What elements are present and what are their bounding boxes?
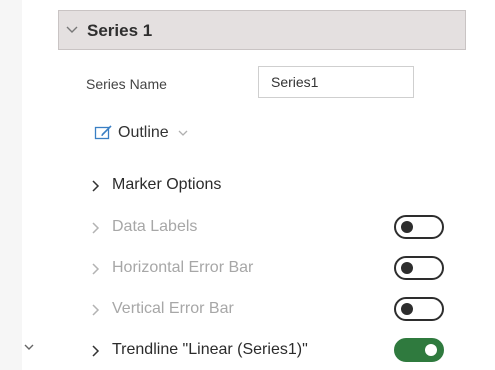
outline-button[interactable]: Outline	[94, 122, 189, 144]
toggle-knob	[425, 344, 437, 356]
vertical-error-bar-toggle[interactable]	[394, 297, 444, 321]
chevron-down-icon	[66, 26, 78, 33]
outline-label: Outline	[118, 124, 169, 141]
chevron-right-icon	[92, 180, 100, 192]
chevron-down-icon	[178, 130, 188, 136]
toggle-knob	[401, 221, 413, 233]
toggle-knob	[401, 303, 413, 315]
option-label: Trendline "Linear (Series1)"	[112, 341, 308, 358]
toggle-knob	[401, 262, 413, 274]
section-title: Series 1	[87, 21, 153, 40]
chevron-right-icon	[92, 304, 100, 316]
series-section-header[interactable]: Series 1	[58, 10, 466, 50]
horizontal-error-bar-toggle[interactable]	[394, 256, 444, 280]
option-row-horizontal-error-bar[interactable]: Horizontal Error Bar	[84, 254, 450, 284]
option-label: Vertical Error Bar	[112, 300, 234, 317]
data-labels-toggle[interactable]	[394, 215, 444, 239]
option-row-trendline[interactable]: Trendline "Linear (Series1)"	[84, 336, 450, 366]
trendline-toggle[interactable]	[394, 338, 444, 362]
option-row-data-labels[interactable]: Data Labels	[84, 213, 450, 243]
series-name-label: Series Name	[86, 76, 167, 92]
series-name-input[interactable]	[258, 66, 414, 98]
option-label: Horizontal Error Bar	[112, 259, 254, 276]
option-label: Data Labels	[112, 218, 198, 235]
gutter-chevron-down-icon[interactable]	[24, 342, 34, 352]
pen-outline-icon	[94, 125, 112, 140]
option-row-marker-options[interactable]: Marker Options	[84, 171, 450, 201]
left-gutter	[0, 0, 22, 370]
chevron-right-icon	[92, 345, 100, 357]
option-label: Marker Options	[112, 176, 222, 193]
option-row-vertical-error-bar[interactable]: Vertical Error Bar	[84, 295, 450, 325]
chevron-right-icon	[92, 263, 100, 275]
chevron-right-icon	[92, 222, 100, 234]
